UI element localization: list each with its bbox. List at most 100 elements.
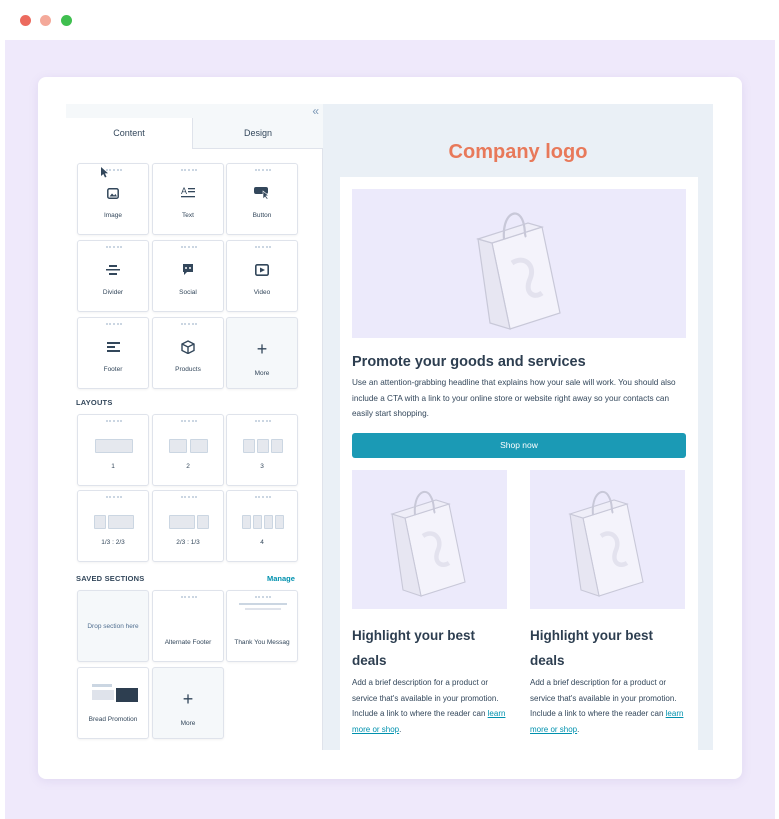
layout-preview	[95, 439, 133, 453]
mouse-cursor-icon	[101, 167, 109, 181]
saved-sections-heading: SAVED SECTIONS	[76, 574, 145, 583]
shopping-bag-icon	[568, 491, 644, 597]
manage-link[interactable]: Manage	[267, 574, 295, 583]
column-1-title[interactable]: Highlight your best deals	[352, 623, 502, 673]
drag-handle-icon	[181, 169, 197, 171]
module-label: Products	[175, 366, 201, 373]
layout-3[interactable]: 3	[226, 414, 298, 486]
module-divider[interactable]: Divider	[77, 240, 149, 312]
text-icon: A	[153, 186, 223, 204]
drag-handle-icon	[106, 496, 122, 498]
minimize-window-button[interactable]	[40, 15, 51, 26]
module-social[interactable]: Social	[152, 240, 224, 312]
footer-icon	[78, 340, 148, 358]
layout-preview	[242, 515, 251, 529]
button-icon	[227, 186, 297, 204]
layout-preview	[94, 515, 106, 529]
drag-handle-icon	[181, 246, 197, 248]
module-more[interactable]: + More	[226, 317, 298, 389]
drop-zone-label: Drop section here	[87, 623, 139, 630]
drag-handle-icon	[255, 169, 271, 171]
video-icon	[227, 263, 297, 281]
preview-line	[245, 608, 281, 610]
layouts-heading: LAYOUTS	[76, 398, 113, 407]
layout-preview	[257, 439, 269, 453]
module-label: Divider	[102, 289, 124, 296]
tab-design[interactable]: Design	[192, 118, 323, 149]
column-2-text[interactable]: Add a brief description for a product or…	[530, 675, 685, 737]
drag-handle-icon	[181, 420, 197, 422]
panel-header: «	[66, 104, 323, 118]
drag-handle-icon	[106, 420, 122, 422]
module-label: Text	[182, 212, 194, 219]
layout-1-3-2-3[interactable]: 1/3 : 2/3	[77, 490, 149, 562]
layout-2-3-1-3[interactable]: 2/3 : 1/3	[152, 490, 224, 562]
drag-handle-icon	[255, 420, 271, 422]
plus-icon: +	[182, 689, 194, 709]
layout-label: 3	[260, 463, 264, 470]
module-label: Social	[179, 289, 197, 296]
module-button[interactable]: Button	[226, 163, 298, 235]
module-video[interactable]: Video	[226, 240, 298, 312]
company-logo[interactable]: Company logo	[323, 141, 713, 164]
column-2-end: .	[577, 724, 580, 734]
saved-section-alternate-footer[interactable]: Alternate Footer	[152, 590, 224, 662]
drag-handle-icon	[181, 596, 197, 598]
shopping-bag-icon	[475, 212, 561, 330]
column-1-end: .	[399, 724, 402, 734]
content-panel: « Content Design Image A Text Button Div…	[66, 104, 323, 750]
drop-zone[interactable]: Drop section here	[77, 590, 149, 662]
drag-handle-icon	[181, 323, 197, 325]
hero-image[interactable]	[352, 189, 686, 338]
image-icon	[78, 186, 148, 204]
layout-2[interactable]: 2	[152, 414, 224, 486]
module-footer[interactable]: Footer	[77, 317, 149, 389]
layout-label: 1	[111, 463, 115, 470]
browser-titlebar	[0, 0, 779, 40]
plus-icon: +	[256, 339, 268, 359]
column-image-1[interactable]	[352, 470, 507, 609]
products-icon	[153, 340, 223, 359]
divider-icon	[78, 263, 148, 281]
drag-handle-icon	[181, 496, 197, 498]
module-label: Button	[252, 212, 272, 219]
layout-4[interactable]: 4	[226, 490, 298, 562]
email-editor: « Content Design Image A Text Button Div…	[66, 104, 713, 750]
layout-preview	[264, 515, 273, 529]
column-2-title[interactable]: Highlight your best deals	[530, 623, 680, 673]
drag-handle-icon	[255, 496, 271, 498]
module-products[interactable]: Products	[152, 317, 224, 389]
layout-label: 1/3 : 2/3	[101, 539, 125, 546]
saved-section-label: Alternate Footer	[164, 639, 212, 646]
shop-now-button[interactable]: Shop now	[352, 433, 686, 458]
layout-preview	[271, 439, 283, 453]
preview-image	[116, 688, 138, 702]
email-headline[interactable]: Promote your goods and services	[352, 354, 586, 370]
layout-preview	[243, 439, 255, 453]
layout-preview	[190, 439, 208, 453]
saved-section-label: Bread Promotion	[88, 716, 138, 723]
panel-tabs: Content Design	[66, 118, 323, 149]
saved-section-bread-promotion[interactable]: Bread Promotion	[77, 667, 149, 739]
layout-preview	[169, 439, 187, 453]
saved-more[interactable]: + More	[152, 667, 224, 739]
module-label: Image	[103, 212, 123, 219]
social-icon	[153, 263, 223, 281]
maximize-window-button[interactable]	[61, 15, 72, 26]
email-body: Promote your goods and services Use an a…	[340, 177, 698, 750]
tab-content[interactable]: Content	[66, 118, 192, 149]
column-1-text[interactable]: Add a brief description for a product or…	[352, 675, 507, 737]
close-window-button[interactable]	[20, 15, 31, 26]
layout-1[interactable]: 1	[77, 414, 149, 486]
column-image-2[interactable]	[530, 470, 685, 609]
svg-text:A: A	[181, 186, 187, 196]
module-label: More	[254, 370, 270, 377]
email-body-text[interactable]: Use an attention-grabbing headline that …	[352, 375, 682, 422]
shopping-bag-icon	[390, 491, 466, 597]
module-text[interactable]: A Text	[152, 163, 224, 235]
saved-section-thank-you[interactable]: Thank You Messag	[226, 590, 298, 662]
double-chevron-left-icon[interactable]: «	[312, 104, 319, 118]
module-image[interactable]: Image	[77, 163, 149, 235]
drag-handle-icon	[255, 596, 271, 598]
preview-line	[239, 603, 287, 605]
